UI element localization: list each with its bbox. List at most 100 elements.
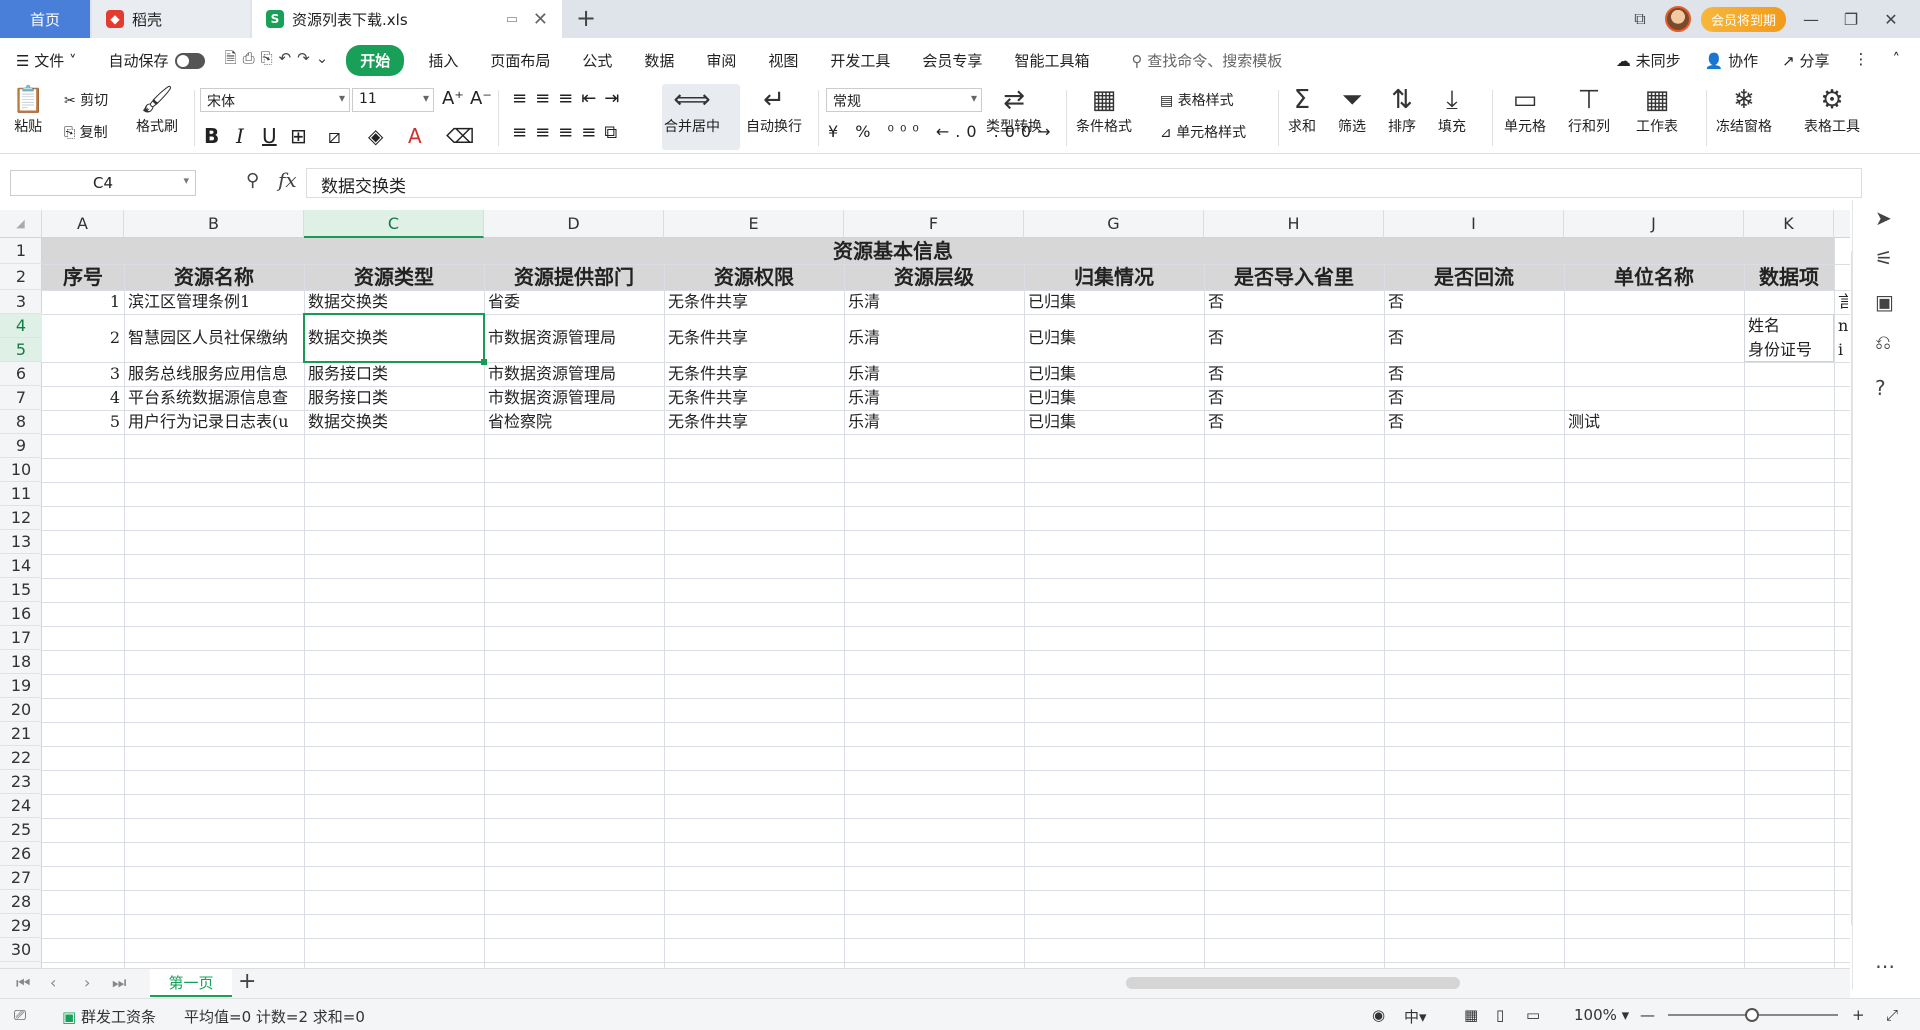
data-item-extra-cell[interactable]: i bbox=[1834, 338, 1848, 362]
table-cell[interactable]: 市数据资源管理局 bbox=[484, 362, 664, 386]
table-cell[interactable]: 否 bbox=[1204, 314, 1384, 362]
row-header-19[interactable]: 19 bbox=[0, 674, 42, 698]
eye-protection-icon[interactable]: ◉ bbox=[1372, 1006, 1385, 1024]
row-header-26[interactable]: 26 bbox=[0, 842, 42, 866]
table-cell[interactable]: 5 bbox=[42, 410, 124, 434]
fx-icon[interactable]: fx bbox=[278, 168, 297, 192]
wrap-text-button[interactable]: ↵ 自动换行 bbox=[746, 84, 802, 136]
minimize-icon[interactable]: — bbox=[1796, 10, 1826, 29]
formula-input[interactable]: 数据交换类 bbox=[306, 168, 1862, 198]
table-cell[interactable]: 市数据资源管理局 bbox=[484, 314, 664, 362]
table-cell[interactable]: 无条件共享 bbox=[664, 410, 844, 434]
new-tab-button[interactable]: + bbox=[576, 4, 596, 32]
table-cell[interactable]: 数据交换类 bbox=[304, 290, 484, 314]
row-header-15[interactable]: 15 bbox=[0, 578, 42, 602]
menu-data[interactable]: 数据 bbox=[628, 50, 690, 71]
column-header-f[interactable]: F bbox=[844, 210, 1024, 238]
underline-icon[interactable]: U bbox=[262, 124, 277, 148]
input-method-icon[interactable]: 中▾ bbox=[1404, 1006, 1427, 1027]
table-cell[interactable] bbox=[1564, 362, 1744, 386]
table-style-button[interactable]: ▤ 表格样式 bbox=[1160, 90, 1234, 110]
table-cell[interactable]: 否 bbox=[1204, 410, 1384, 434]
table-cell[interactable]: 否 bbox=[1384, 290, 1564, 314]
column-title[interactable]: 资源权限 bbox=[664, 264, 844, 290]
cell-button[interactable]: ▭ 单元格 bbox=[1504, 84, 1546, 136]
pointer-icon[interactable]: ➤ bbox=[1875, 206, 1892, 230]
type-convert-button[interactable]: ⇄ 类型转换 bbox=[986, 84, 1042, 136]
row-header-27[interactable]: 27 bbox=[0, 866, 42, 890]
sync-button[interactable]: ☁ 未同步 bbox=[1616, 50, 1681, 71]
autosave-toggle[interactable]: 自动保存 bbox=[93, 50, 221, 71]
fullscreen-icon[interactable]: ⤢ bbox=[1886, 1006, 1898, 1024]
data-item-extra-cell[interactable]: 言 bbox=[1834, 290, 1848, 314]
table-cell[interactable]: 否 bbox=[1384, 314, 1564, 362]
more-tools-icon[interactable]: ⋯ bbox=[1875, 954, 1895, 978]
column-header-i[interactable]: I bbox=[1384, 210, 1564, 238]
table-cell[interactable]: 无条件共享 bbox=[664, 386, 844, 410]
worksheet-button[interactable]: ▦ 工作表 bbox=[1636, 84, 1678, 136]
table-cell[interactable]: 数据交换类 bbox=[304, 410, 484, 434]
table-cell[interactable]: 市数据资源管理局 bbox=[484, 386, 664, 410]
page-break-view-icon[interactable]: ▭ bbox=[1526, 1006, 1540, 1024]
row-header-11[interactable]: 11 bbox=[0, 482, 42, 506]
font-grow-icon[interactable]: A⁺ bbox=[442, 88, 464, 109]
fill-button[interactable]: ⤓ 填充 bbox=[1438, 84, 1466, 136]
add-sheet-button[interactable]: + bbox=[238, 969, 256, 994]
freeze-panes-button[interactable]: ❄ 冻结窗格 bbox=[1716, 84, 1772, 136]
sum-button[interactable]: Σ 求和 bbox=[1288, 84, 1316, 136]
table-cell[interactable]: 已归集 bbox=[1024, 314, 1204, 362]
table-cell[interactable]: 无条件共享 bbox=[664, 290, 844, 314]
member-badge[interactable]: 会员将到期 bbox=[1700, 6, 1786, 32]
avatar[interactable] bbox=[1664, 6, 1691, 32]
table-cell[interactable]: 无条件共享 bbox=[664, 362, 844, 386]
row-header-9[interactable]: 9 bbox=[0, 434, 42, 458]
font-color-icon[interactable]: A bbox=[408, 124, 422, 148]
close-window-icon[interactable]: ✕ bbox=[1876, 10, 1906, 29]
table-cell[interactable]: 乐清 bbox=[844, 314, 1024, 362]
tab-home[interactable]: 首页 bbox=[0, 0, 90, 38]
row-header-30[interactable]: 30 bbox=[0, 938, 42, 962]
cell-style-button[interactable]: ⊿ 单元格样式 bbox=[1160, 122, 1246, 142]
table-cell[interactable]: 3 bbox=[42, 362, 124, 386]
tab-file[interactable]: S 资源列表下载.xls ▭ ✕ bbox=[252, 0, 562, 38]
column-title[interactable]: 资源类型 bbox=[304, 264, 484, 290]
copy-button[interactable]: ⎘ 复制 bbox=[64, 122, 108, 142]
table-cell[interactable]: 4 bbox=[42, 386, 124, 410]
row-header-6[interactable]: 6 bbox=[0, 362, 42, 386]
column-title[interactable]: 资源层级 bbox=[844, 264, 1024, 290]
sheet-tab-1[interactable]: 第一页 bbox=[150, 969, 232, 997]
column-title[interactable]: 单位名称 bbox=[1564, 264, 1744, 290]
bold-icon[interactable]: B bbox=[204, 124, 219, 148]
font-shrink-icon[interactable]: A⁻ bbox=[470, 88, 492, 109]
table-cell[interactable]: 否 bbox=[1204, 386, 1384, 410]
sheet-title[interactable]: 资源基本信息 bbox=[42, 238, 1744, 264]
share-button[interactable]: ↗ 分享 bbox=[1782, 50, 1829, 71]
table-cell[interactable]: 用户行为记录日志表(u bbox=[124, 410, 304, 434]
help-icon[interactable]: ? bbox=[1875, 376, 1886, 400]
menu-formula[interactable]: 公式 bbox=[566, 50, 628, 71]
italic-icon[interactable]: I bbox=[236, 124, 244, 148]
vertical-align-icons[interactable]: ≡≡≡⇤⇥ bbox=[512, 88, 627, 109]
table-cell[interactable]: 省检察院 bbox=[484, 410, 664, 434]
table-cell[interactable]: 否 bbox=[1204, 290, 1384, 314]
page-layout-view-icon[interactable]: ▯ bbox=[1496, 1006, 1504, 1024]
data-item-extra-cell[interactable]: n bbox=[1834, 314, 1848, 338]
zoom-out-icon[interactable]: — bbox=[1640, 1006, 1655, 1024]
table-cell[interactable]: 乐清 bbox=[844, 386, 1024, 410]
row-header-7[interactable]: 7 bbox=[0, 386, 42, 410]
autosave-switch[interactable] bbox=[174, 53, 205, 69]
table-cell[interactable]: 服务接口类 bbox=[304, 362, 484, 386]
settings-sliders-icon[interactable]: ⚟ bbox=[1875, 246, 1893, 270]
table-cell[interactable]: 乐清 bbox=[844, 362, 1024, 386]
column-header-d[interactable]: D bbox=[484, 210, 664, 238]
table-cell[interactable]: 服务接口类 bbox=[304, 386, 484, 410]
row-header-13[interactable]: 13 bbox=[0, 530, 42, 554]
more-icon[interactable]: ⋮ bbox=[1854, 50, 1869, 71]
table-cell[interactable] bbox=[1564, 314, 1744, 362]
close-tab-icon[interactable]: ✕ bbox=[533, 9, 548, 30]
table-tools-button[interactable]: ⚙ 表格工具 bbox=[1804, 84, 1860, 136]
workspace-icon[interactable]: ⧉ bbox=[1625, 9, 1655, 29]
filter-button[interactable]: ⏷ 筛选 bbox=[1338, 84, 1366, 136]
column-title[interactable]: 序号 bbox=[42, 264, 124, 290]
history-icon[interactable]: ⎌ bbox=[1875, 330, 1891, 354]
